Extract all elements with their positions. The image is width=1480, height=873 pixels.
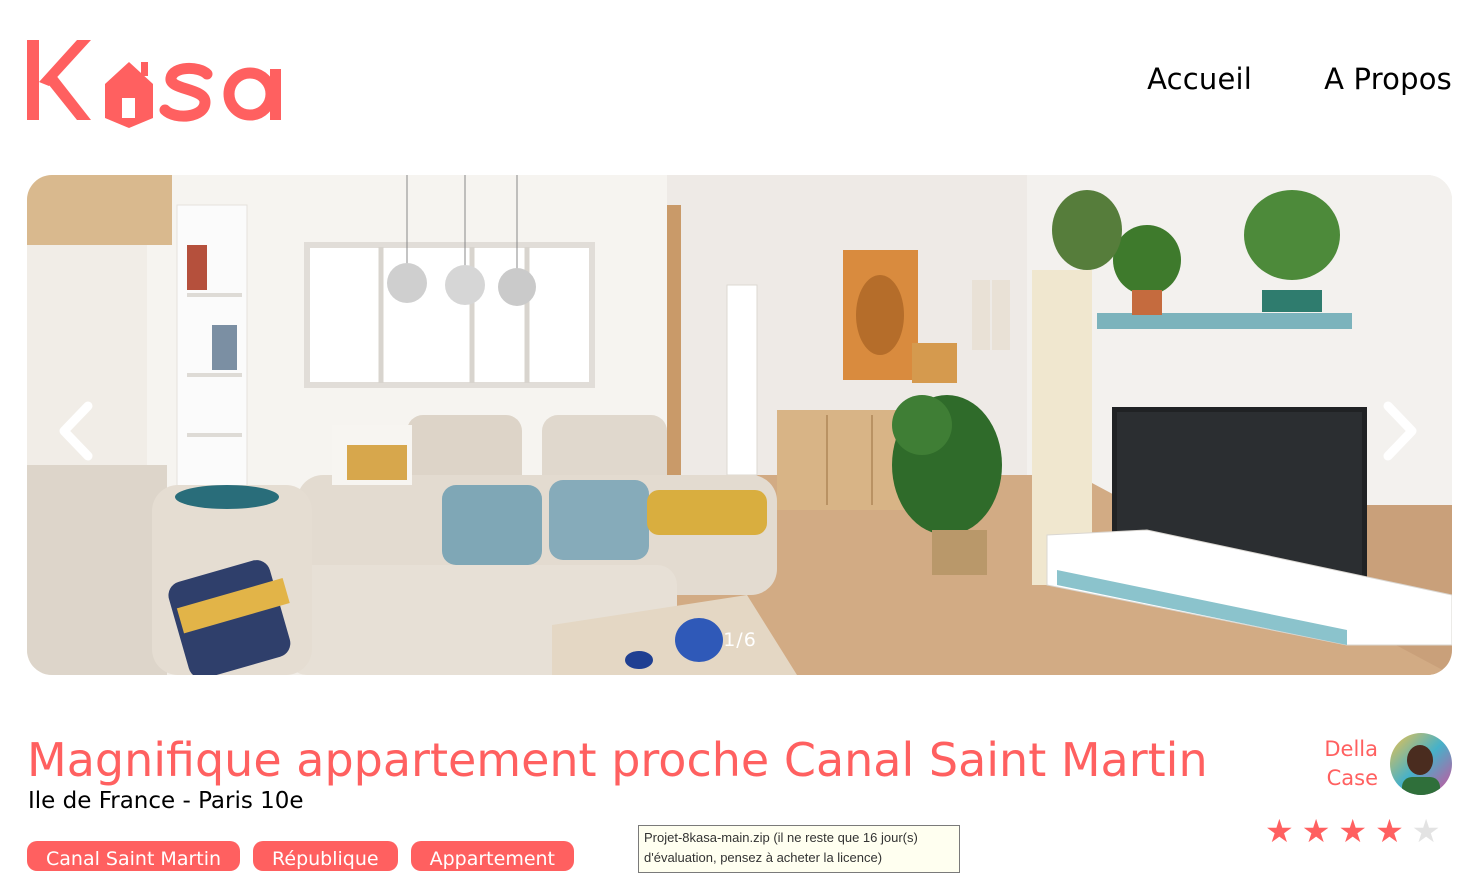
star-icon: ★: [1375, 812, 1404, 850]
apartment-photo: [27, 175, 1452, 675]
main-nav: Accueil A Propos: [1147, 62, 1452, 96]
host-first-name: Della: [1324, 737, 1378, 761]
tag-list: Canal Saint Martin République Appartemen…: [27, 841, 575, 871]
photo-gallery: 1/6: [27, 175, 1452, 675]
rating-stars: ★ ★ ★ ★ ★: [1265, 813, 1440, 849]
host-last-name: Case: [1326, 766, 1378, 790]
host-info: Della Case: [1308, 733, 1452, 795]
star-icon: ★: [1301, 812, 1331, 850]
gallery-counter: 1/6: [723, 629, 757, 651]
nav-link-a-propos[interactable]: A Propos: [1324, 62, 1452, 96]
tooltip-line: Projet-8kasa-main.zip (il ne reste que 1…: [644, 830, 918, 845]
star-icon: ★: [1265, 812, 1294, 850]
listing-title: Magnifique appartement proche Canal Sain…: [27, 733, 1208, 787]
host-name: Della Case: [1308, 735, 1378, 793]
nav-link-accueil[interactable]: Accueil: [1147, 62, 1252, 96]
star-icon: ★: [1338, 812, 1368, 850]
host-avatar: [1390, 733, 1452, 795]
chevron-left-icon[interactable]: [56, 400, 96, 462]
tag-item: Appartement: [410, 841, 575, 871]
tooltip-line: d'évaluation, pensez à acheter la licenc…: [644, 850, 883, 865]
kasa-logo[interactable]: [25, 36, 295, 131]
site-header: Accueil A Propos: [0, 0, 1480, 160]
tag-item: Canal Saint Martin: [27, 841, 241, 871]
star-icon: ★: [1411, 812, 1441, 850]
tag-item: République: [253, 841, 398, 871]
listing-location: Ile de France - Paris 10e: [28, 788, 304, 814]
chevron-right-icon[interactable]: [1380, 400, 1420, 462]
